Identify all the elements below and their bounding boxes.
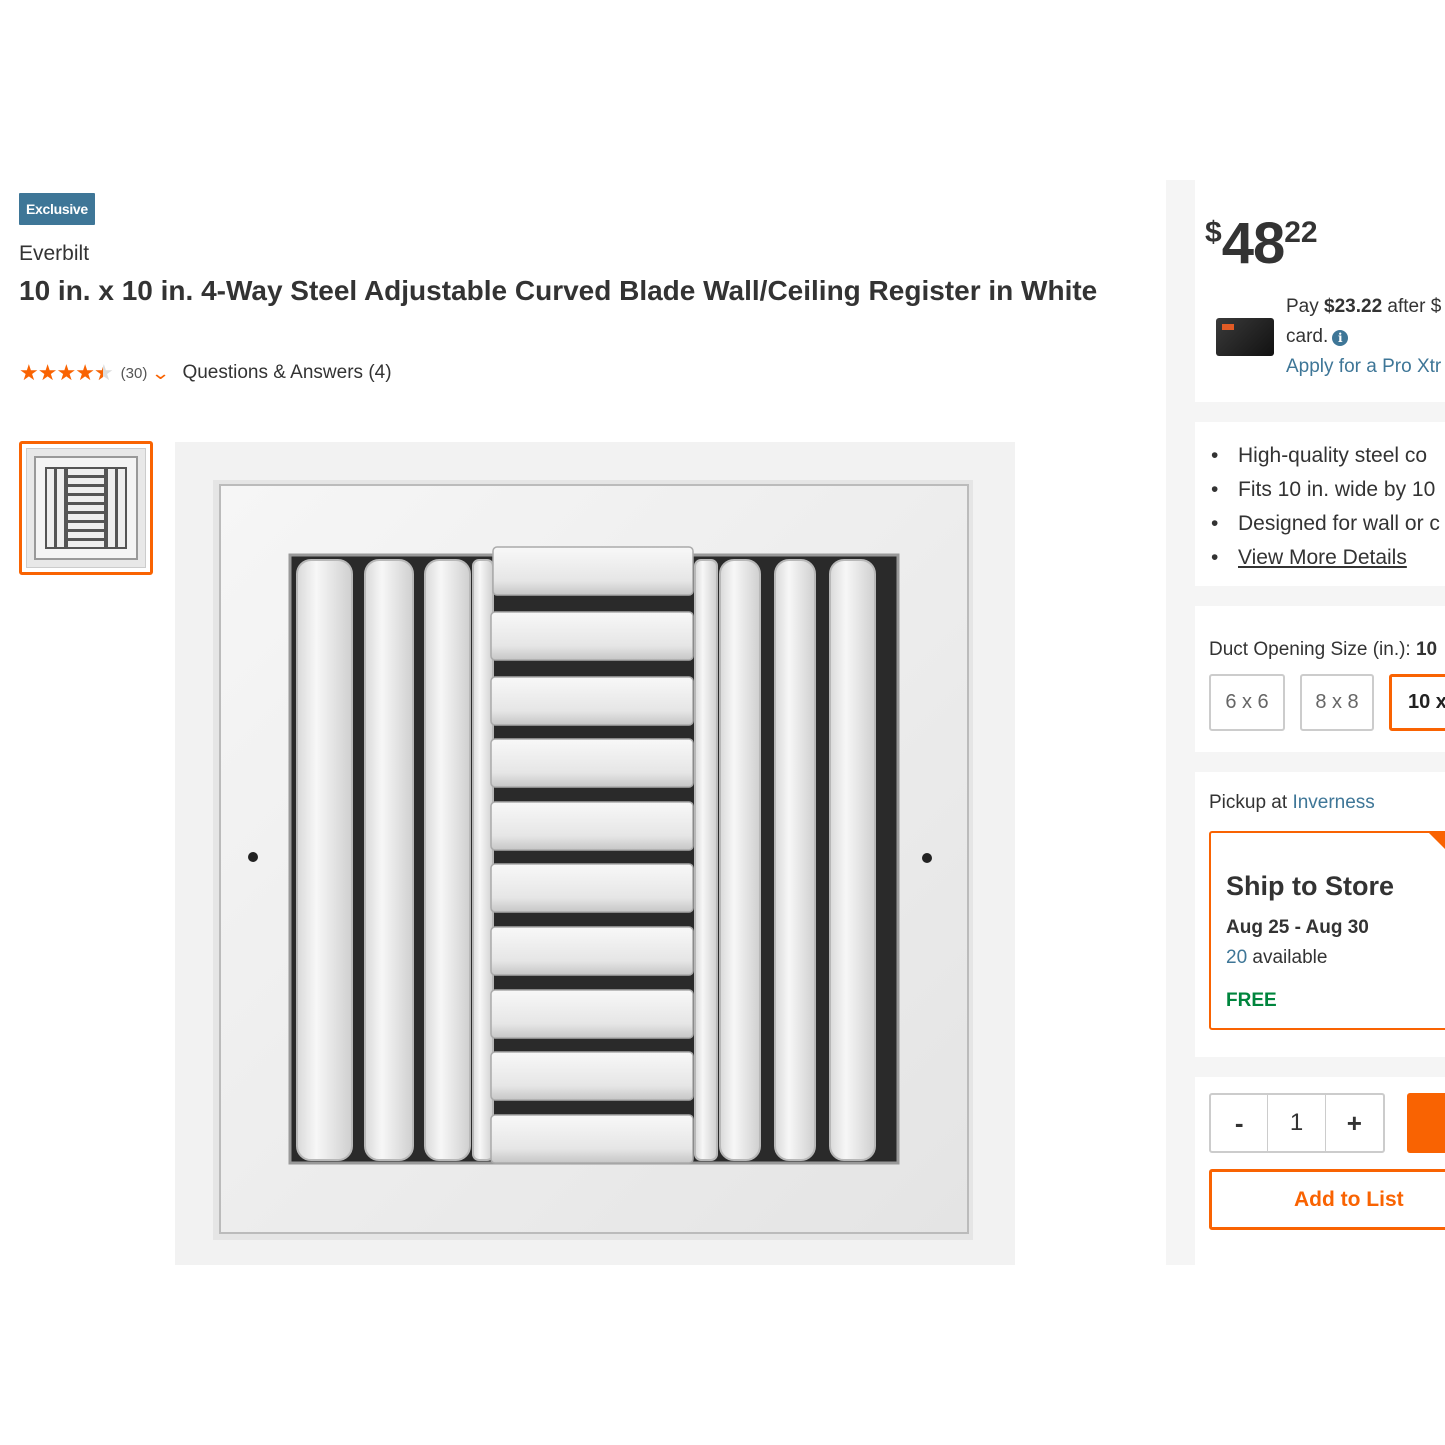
questions-answers-link[interactable]: Questions & Answers (4) (182, 362, 391, 384)
exclusive-badge: Exclusive (19, 193, 95, 225)
quantity-increase-button[interactable]: + (1326, 1095, 1383, 1151)
quantity-decrease-button[interactable]: - (1211, 1095, 1269, 1151)
size-label: Duct Opening Size (in.): 10 (1209, 639, 1437, 661)
highlight-text: High-quality steel co (1238, 444, 1428, 467)
price-display: $4822 (1205, 210, 1318, 277)
rating-row: ★ ★ ★ ★ ★ (30) ⌄ Questions & Answers (4) (19, 360, 392, 386)
info-icon[interactable]: i (1332, 330, 1349, 346)
view-more-details-text[interactable]: View More Details (1238, 546, 1407, 569)
ship-to-store-option[interactable]: ✓ Ship to Store Aug 25 - Aug 30 20 avail… (1209, 831, 1445, 1030)
highlight-item: Designed for wall or c (1209, 507, 1440, 541)
financing-prefix: Pay (1286, 296, 1325, 317)
quantity-input[interactable]: 1 (1268, 1095, 1326, 1151)
thumbnail-register-image (26, 448, 146, 568)
size-option-6x6[interactable]: 6 x 6 (1209, 674, 1285, 731)
fulfillment-card: Pickup at Inverness ✓ Ship to Store Aug … (1195, 772, 1445, 1057)
chevron-down-icon[interactable]: ⌄ (151, 363, 171, 384)
star-icon: ★ (19, 360, 39, 385)
star-icon: ★ (37, 360, 58, 385)
main-product-image[interactable] (175, 442, 1015, 1265)
price-card: $4822 Pay $23.22 after $ card. i Apply fo… (1195, 180, 1445, 402)
available-suffix: available (1247, 947, 1328, 968)
store-link[interactable]: Inverness (1292, 792, 1374, 813)
price-cents: 22 (1284, 216, 1318, 249)
cart-card: - 1 + Add to List (1195, 1077, 1445, 1265)
size-selector-card: Duct Opening Size (in.): 10 6 x 6 8 x 8 … (1195, 606, 1445, 752)
highlight-item: High-quality steel co (1209, 439, 1440, 473)
star-icon: ★ (75, 360, 95, 385)
highlight-text: Designed for wall or c (1238, 512, 1440, 535)
product-title: 10 in. x 10 in. 4-Way Steel Adjustable C… (19, 275, 1098, 306)
quantity-stepper: - 1 + (1209, 1093, 1385, 1153)
product-main-panel: Exclusive Everbilt 10 in. x 10 in. 4-Way… (5, 180, 1165, 1265)
highlights-card: High-quality steel co Fits 10 in. wide b… (1195, 422, 1445, 586)
highlight-item: Fits 10 in. wide by 10 (1209, 473, 1440, 507)
financing-line-1: Pay $23.22 after $ (1286, 296, 1441, 318)
size-option-10x10[interactable]: 10 x (1389, 674, 1445, 731)
ship-dates: Aug 25 - Aug 30 (1226, 917, 1369, 938)
financing-amount: $23.22 (1324, 296, 1383, 317)
view-more-details-link[interactable]: View More Details (1209, 541, 1440, 575)
star-icon: ★ (56, 360, 76, 385)
ship-to-store-title: Ship to Store (1226, 871, 1394, 901)
buy-box-panel: $4822 Pay $23.22 after $ card. i Apply fo… (1166, 180, 1445, 1265)
price-whole: 48 (1221, 211, 1286, 276)
shipping-cost: FREE (1226, 990, 1277, 1011)
size-option-8x8[interactable]: 8 x 8 (1300, 674, 1374, 731)
apply-pro-card-link[interactable]: Apply for a Pro Xtr (1286, 356, 1441, 378)
pickup-prefix: Pickup at (1209, 792, 1293, 813)
rating-stars[interactable]: ★ ★ ★ ★ ★ (19, 360, 114, 386)
financing-suffix: after $ (1382, 296, 1442, 317)
financing-line-2: card. i (1286, 326, 1349, 348)
add-to-list-button[interactable]: Add to List (1209, 1169, 1445, 1230)
price-dollar-sign: $ (1205, 216, 1222, 249)
selected-corner (1429, 833, 1445, 871)
financing-card-text: card. (1286, 326, 1329, 347)
review-count[interactable]: (30) (121, 365, 148, 382)
credit-card-icon (1216, 318, 1274, 356)
pickup-label: Pickup at Inverness (1209, 792, 1375, 814)
availability-text: 20 available (1226, 947, 1327, 969)
available-count: 20 (1226, 947, 1248, 968)
half-star-icon: ★ (94, 360, 114, 386)
add-to-cart-button[interactable] (1407, 1093, 1445, 1153)
brand-link[interactable]: Everbilt (19, 242, 89, 266)
thumbnail-selected[interactable] (19, 441, 153, 575)
size-selected-value: 10 (1415, 639, 1438, 660)
highlight-text: Fits 10 in. wide by 10 (1238, 478, 1436, 501)
highlights-list: High-quality steel co Fits 10 in. wide b… (1209, 439, 1440, 575)
size-label-text: Duct Opening Size (in.): (1209, 639, 1416, 660)
